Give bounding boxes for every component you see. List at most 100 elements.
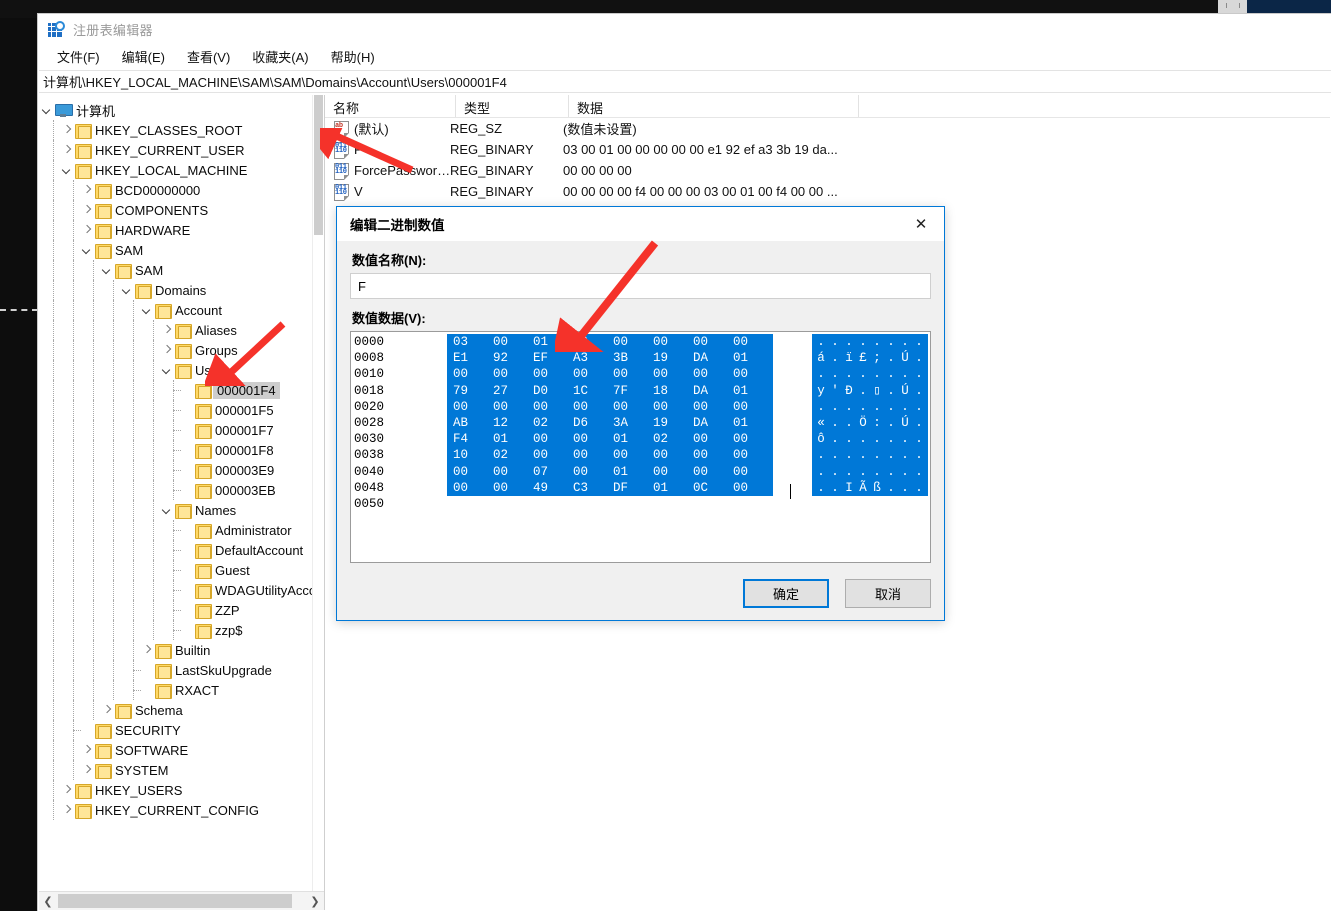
chevron-down-icon[interactable] [159, 360, 175, 380]
tree-item-bcd00000000[interactable]: BCD00000000 [39, 180, 313, 200]
tree-item-account[interactable]: Account [39, 300, 313, 320]
hex-row[interactable]: 0030 F4 01 00 00 01 02 00 00 ô....... [354, 431, 930, 448]
hex-ascii[interactable]: ........ [812, 398, 928, 415]
chevron-right-icon[interactable] [159, 320, 175, 340]
chevron-down-icon[interactable] [39, 100, 55, 120]
chevron-right-icon[interactable] [79, 760, 95, 780]
value-name-input[interactable]: F [350, 273, 931, 299]
hex-bytes[interactable]: AB 12 02 D6 3A 19 DA 01 [447, 414, 773, 432]
chevron-down-icon[interactable] [159, 500, 175, 520]
hex-bytes[interactable]: 00 00 07 00 01 00 00 00 [447, 463, 773, 480]
chevron-right-icon[interactable] [159, 340, 175, 360]
chevron-right-icon[interactable] [59, 120, 75, 140]
tree-item-000001f4[interactable]: 000001F4 [39, 380, 313, 400]
menu-edit[interactable]: 编辑(E) [113, 45, 174, 68]
hex-ascii[interactable]: «.. Ö:. Ú. [812, 414, 928, 432]
hex-bytes[interactable]: 79 27 D0 1C 7F 18 DA 01 [447, 382, 773, 399]
hex-ascii[interactable]: ........ [812, 334, 928, 351]
tree-item-defaultaccount[interactable]: DefaultAccount [39, 540, 313, 560]
tree-item-000003e9[interactable]: 000003E9 [39, 460, 313, 480]
chevron-right-icon[interactable] [79, 180, 95, 200]
hex-bytes[interactable]: E1 92 EF A3 3B 19 DA 01 [447, 350, 773, 367]
column-header-data[interactable]: 数据 [569, 95, 859, 117]
hex-bytes[interactable]: 10 02 00 00 00 00 00 00 [447, 447, 773, 464]
tree-item-hkey-current-config[interactable]: HKEY_CURRENT_CONFIG [39, 800, 313, 820]
close-icon[interactable]: ✕ [898, 208, 944, 241]
hex-ascii[interactable]: ..IÃß... [812, 479, 928, 496]
chevron-down-icon[interactable] [79, 240, 95, 260]
tree-item-components[interactable]: COMPONENTS [39, 200, 313, 220]
tree-item-zzp[interactable]: ZZP [39, 600, 313, 620]
hex-row[interactable]: 0040 00 00 07 00 01 00 00 00........ [354, 463, 930, 480]
chevron-right-icon[interactable] [59, 780, 75, 800]
column-header-type[interactable]: 类型 [456, 95, 569, 117]
tree-item-hkey-classes-root[interactable]: HKEY_CLASSES_ROOT [39, 120, 313, 140]
tree-item-users[interactable]: Users [39, 360, 313, 380]
hex-bytes[interactable]: 00 00 00 00 00 00 00 00 [447, 398, 773, 415]
tree-item-wdagutilityaccount[interactable]: WDAGUtilityAccount [39, 580, 313, 600]
hex-row[interactable]: 0038 10 02 00 00 00 00 00 00........ [354, 447, 930, 464]
tree-item-security[interactable]: SECURITY [39, 720, 313, 740]
tree-item-hkey-users[interactable]: HKEY_USERS [39, 780, 313, 800]
hex-row[interactable]: 0008 E1 92 EF A3 3B 19 DA 01 á. ï £;. Ú. [354, 350, 930, 367]
tree-item-000001f8[interactable]: 000001F8 [39, 440, 313, 460]
chevron-down-icon[interactable] [139, 300, 155, 320]
hex-bytes[interactable]: 00 00 00 00 00 00 00 00 [447, 366, 773, 383]
chevron-left-icon[interactable]: ❮ [39, 892, 57, 910]
tree-item-domains[interactable]: Domains [39, 280, 313, 300]
chevron-down-icon[interactable] [59, 160, 75, 180]
tree-item-schema[interactable]: Schema [39, 700, 313, 720]
hex-bytes[interactable]: F4 01 00 00 01 02 00 00 [447, 431, 773, 448]
hex-bytes[interactable]: 00 00 49 C3 DF 01 0C 00 [447, 479, 773, 496]
tree-item-sam[interactable]: SAM [39, 260, 313, 280]
chevron-right-icon[interactable]: ❯ [306, 892, 324, 910]
address-bar[interactable]: 计算机\HKEY_LOCAL_MACHINE\SAM\SAM\Domains\A… [39, 70, 1331, 93]
chevron-right-icon[interactable] [139, 640, 155, 660]
menu-file[interactable]: 文件(F) [48, 45, 109, 68]
tree-item-groups[interactable]: Groups [39, 340, 313, 360]
table-row[interactable]: ab (默认) REG_SZ (数值未设置) [325, 118, 1330, 139]
menu-favorites[interactable]: 收藏夹(A) [243, 45, 317, 68]
tree-vscroll-thumb[interactable] [314, 95, 323, 235]
tree-item-hardware[interactable]: HARDWARE [39, 220, 313, 240]
table-row[interactable]: 011 110 ForcePasswor… REG_BINARY 00 00 00 00 [325, 160, 1330, 181]
tree-item-guest[interactable]: Guest [39, 560, 313, 580]
hex-ascii[interactable]: ........ [812, 463, 928, 480]
tree-item-names[interactable]: Names [39, 500, 313, 520]
tree-item-sam[interactable]: SAM [39, 240, 313, 260]
menu-view[interactable]: 查看(V) [178, 45, 239, 68]
tree-item-builtin[interactable]: Builtin [39, 640, 313, 660]
tree-item-zzp-[interactable]: zzp$ [39, 620, 313, 640]
tree-item-rxact[interactable]: RXACT [39, 680, 313, 700]
tree-hscroll-thumb[interactable] [58, 894, 292, 908]
column-header-name[interactable]: 名称 [325, 95, 456, 117]
hex-row[interactable]: 0050 [354, 496, 930, 512]
hex-ascii[interactable]: ô....... [812, 431, 928, 448]
hex-row[interactable]: 0000 03 00 01 00 00 00 00 00........ [354, 334, 930, 351]
chevron-right-icon[interactable] [99, 700, 115, 720]
tree-item-hkey-current-user[interactable]: HKEY_CURRENT_USER [39, 140, 313, 160]
ok-button[interactable]: 确定 [743, 579, 829, 608]
tree-item-000001f7[interactable]: 000001F7 [39, 420, 313, 440]
hex-row[interactable]: 0028 AB 12 02 D6 3A 19 DA 01 «.. Ö:. Ú. [354, 414, 930, 432]
hex-row[interactable]: 0020 00 00 00 00 00 00 00 00........ [354, 398, 930, 415]
chevron-right-icon[interactable] [59, 800, 75, 820]
table-row[interactable]: 011 110 V REG_BINARY 00 00 00 00 f4 00 00 00… [325, 181, 1330, 202]
tree-item-hkey-local-machine[interactable]: HKEY_LOCAL_MACHINE [39, 160, 313, 180]
hex-ascii[interactable]: á. ï £;. Ú. [812, 350, 928, 367]
chevron-right-icon[interactable] [79, 220, 95, 240]
hex-row[interactable]: 0010 00 00 00 00 00 00 00 00........ [354, 366, 930, 383]
chevron-right-icon[interactable] [79, 200, 95, 220]
hex-row[interactable]: 0048 00 00 49 C3 DF 01 0C 00 .. I Ãß... [354, 479, 930, 496]
hex-bytes[interactable]: 03 00 01 00 00 00 00 00 [447, 334, 773, 351]
tree-item-000001f5[interactable]: 000001F5 [39, 400, 313, 420]
tree-item-aliases[interactable]: Aliases [39, 320, 313, 340]
tree-vertical-scrollbar[interactable] [312, 95, 324, 891]
chevron-right-icon[interactable] [59, 140, 75, 160]
hex-editor[interactable]: 0000 03 00 01 00 00 00 00 00........ 0008 E1 92 EF A3… [350, 331, 931, 563]
hex-ascii[interactable]: y ' Ð. ▯. Ú. [812, 382, 928, 399]
tree-horizontal-scrollbar[interactable]: ❮ ❯ [39, 891, 324, 910]
hex-row[interactable]: 0018 79 27 D0 1C 7F 18 DA 01 y ' Ð. ▯. Ú. [354, 382, 930, 399]
tree-item-system[interactable]: SYSTEM [39, 760, 313, 780]
tree-item-000003eb[interactable]: 000003EB [39, 480, 313, 500]
